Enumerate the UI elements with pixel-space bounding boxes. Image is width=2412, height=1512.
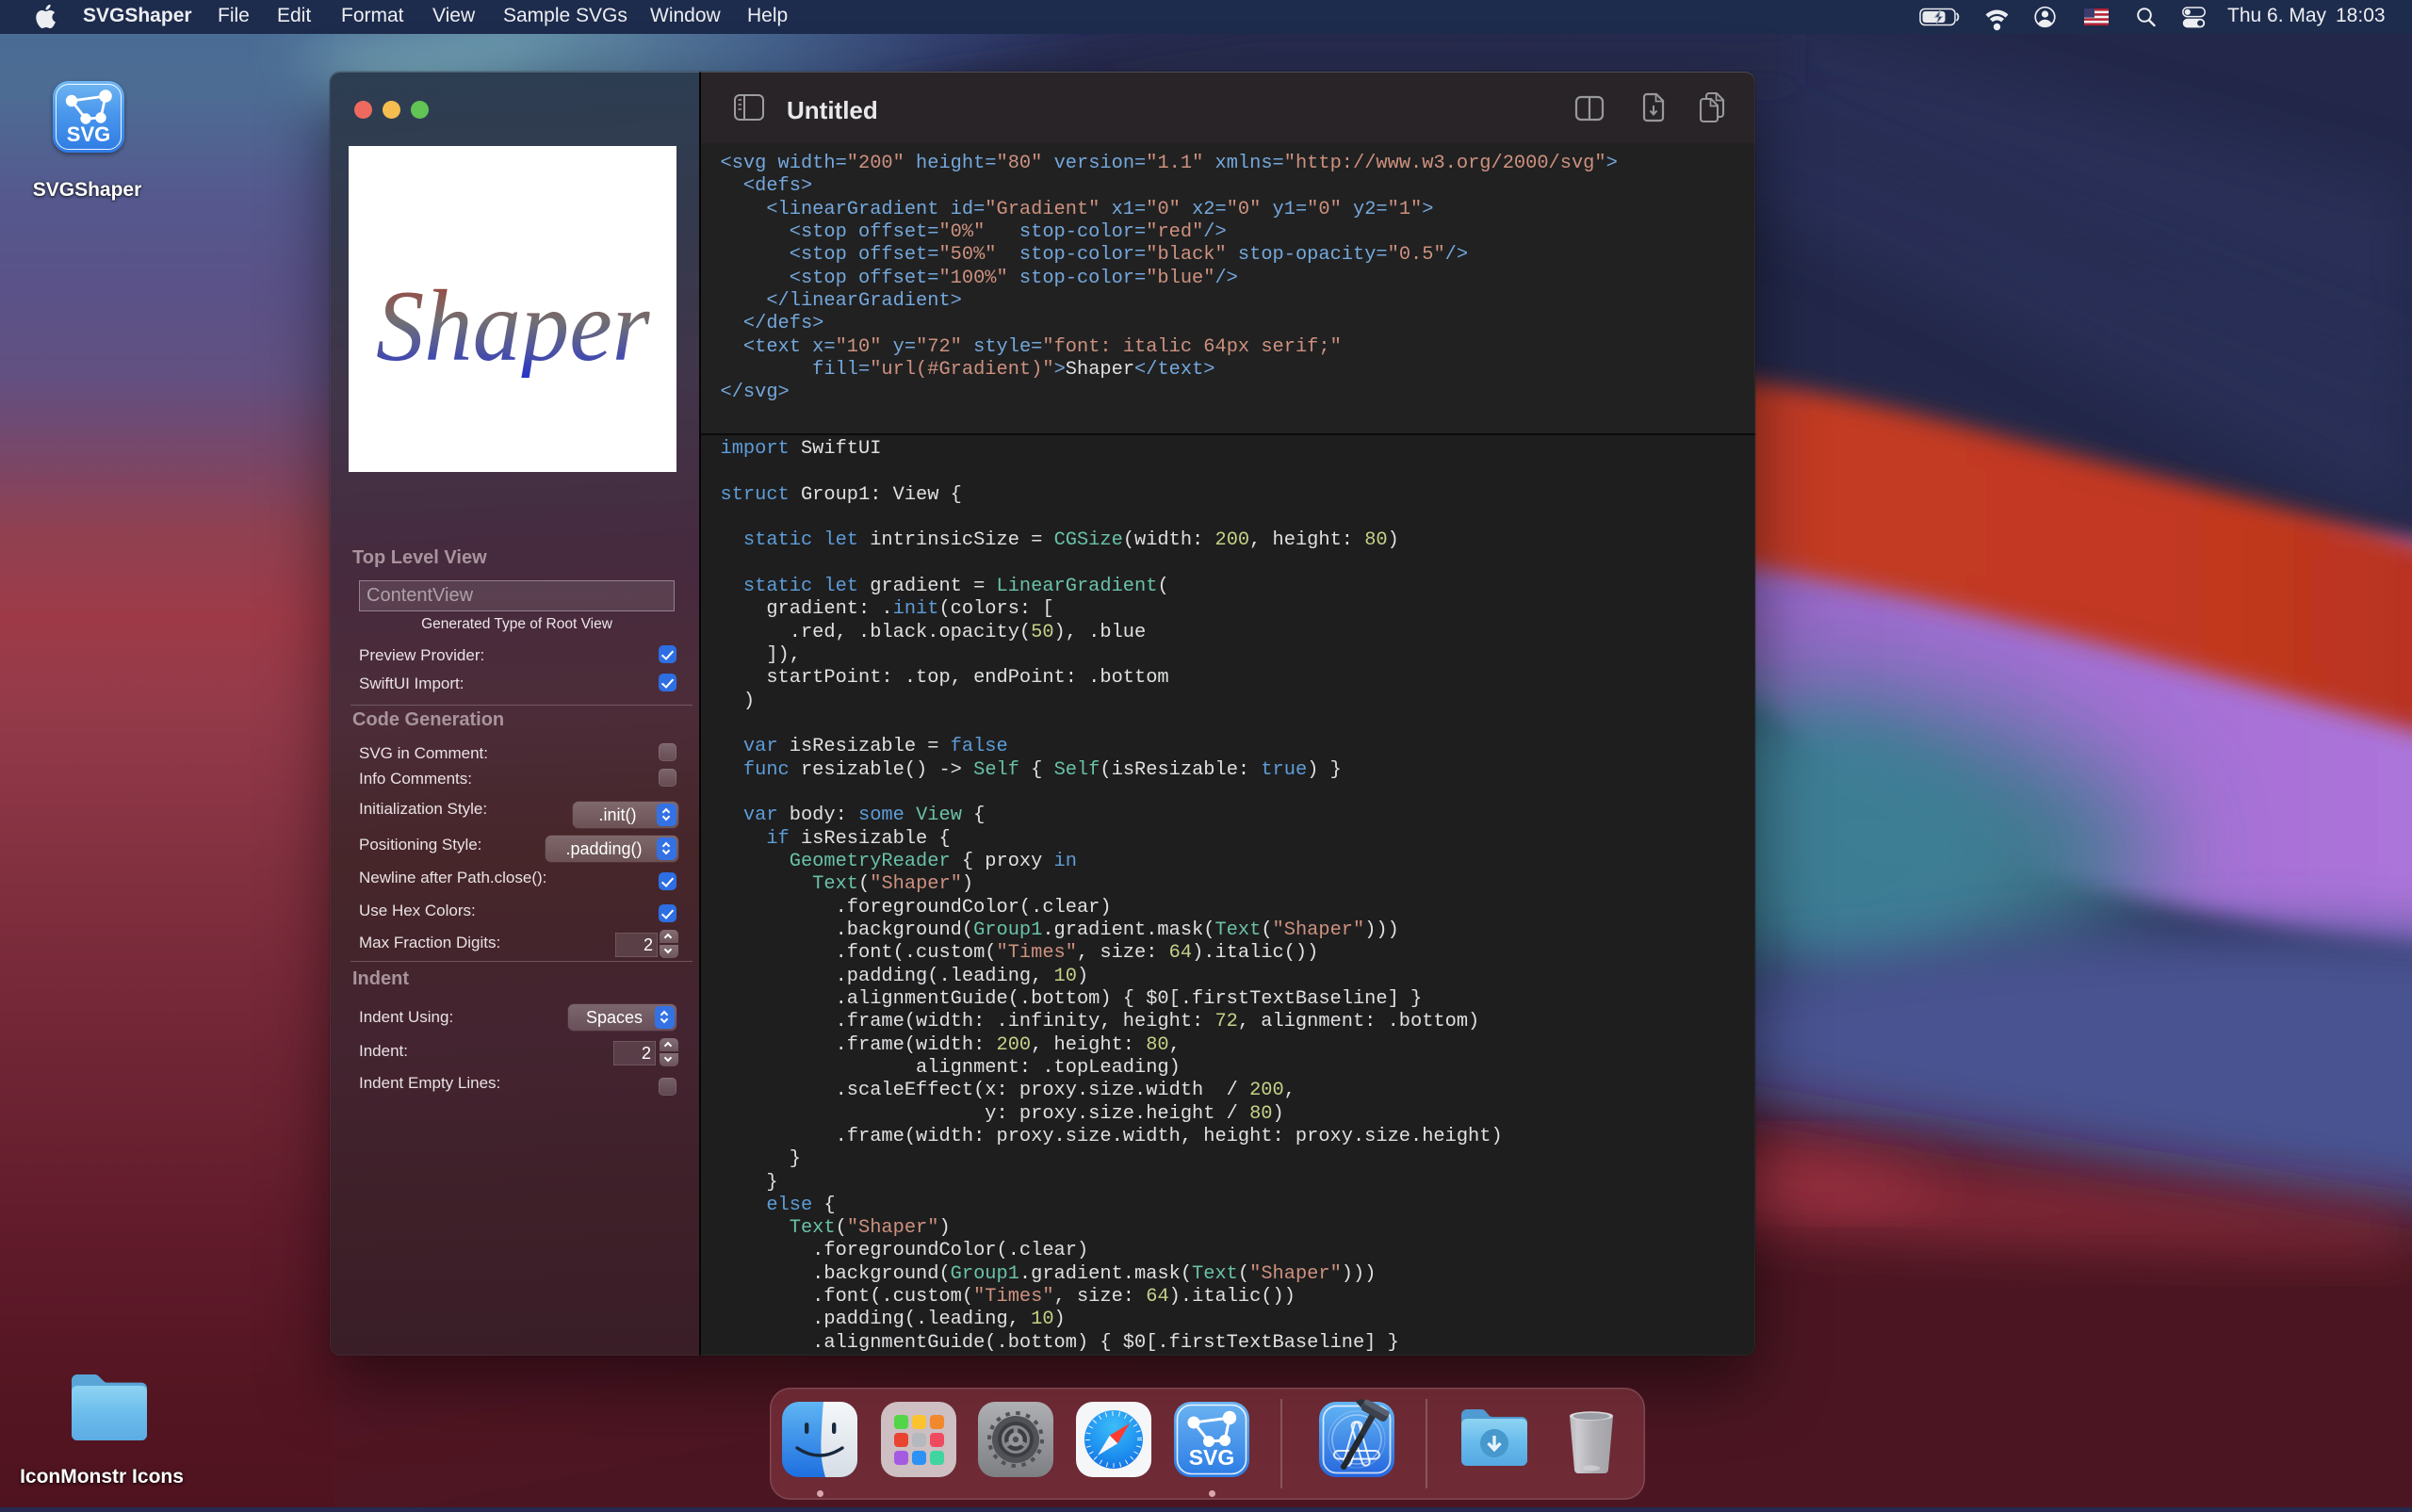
svg-text:SVG: SVG [67,122,110,146]
svg-text:SVG: SVG [1189,1445,1235,1470]
